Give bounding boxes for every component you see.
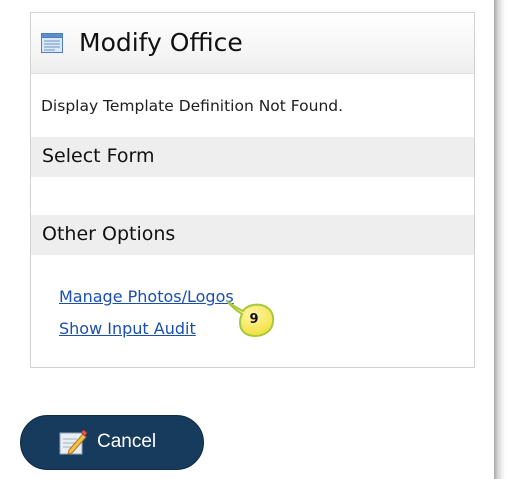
cancel-button[interactable]: Cancel bbox=[20, 415, 204, 470]
page: Modify Office Display Template Definitio… bbox=[0, 0, 506, 479]
show-input-audit-link[interactable]: Show Input Audit bbox=[59, 319, 196, 338]
panel-header: Modify Office bbox=[31, 13, 474, 74]
manage-photos-link[interactable]: Manage Photos/Logos bbox=[59, 287, 234, 306]
section-select-form: Select Form bbox=[31, 137, 474, 177]
status-message: Display Template Definition Not Found. bbox=[41, 97, 344, 115]
section-other-options: Other Options bbox=[31, 215, 474, 255]
section-title: Other Options bbox=[42, 223, 176, 245]
section-title: Select Form bbox=[42, 145, 155, 167]
cancel-button-label: Cancel bbox=[97, 431, 157, 452]
callout-number: 9 bbox=[249, 312, 259, 327]
form-icon bbox=[41, 33, 63, 53]
window-edge-shadow bbox=[494, 0, 506, 479]
edit-cancel-icon bbox=[59, 430, 87, 455]
page-title: Modify Office bbox=[79, 28, 243, 57]
